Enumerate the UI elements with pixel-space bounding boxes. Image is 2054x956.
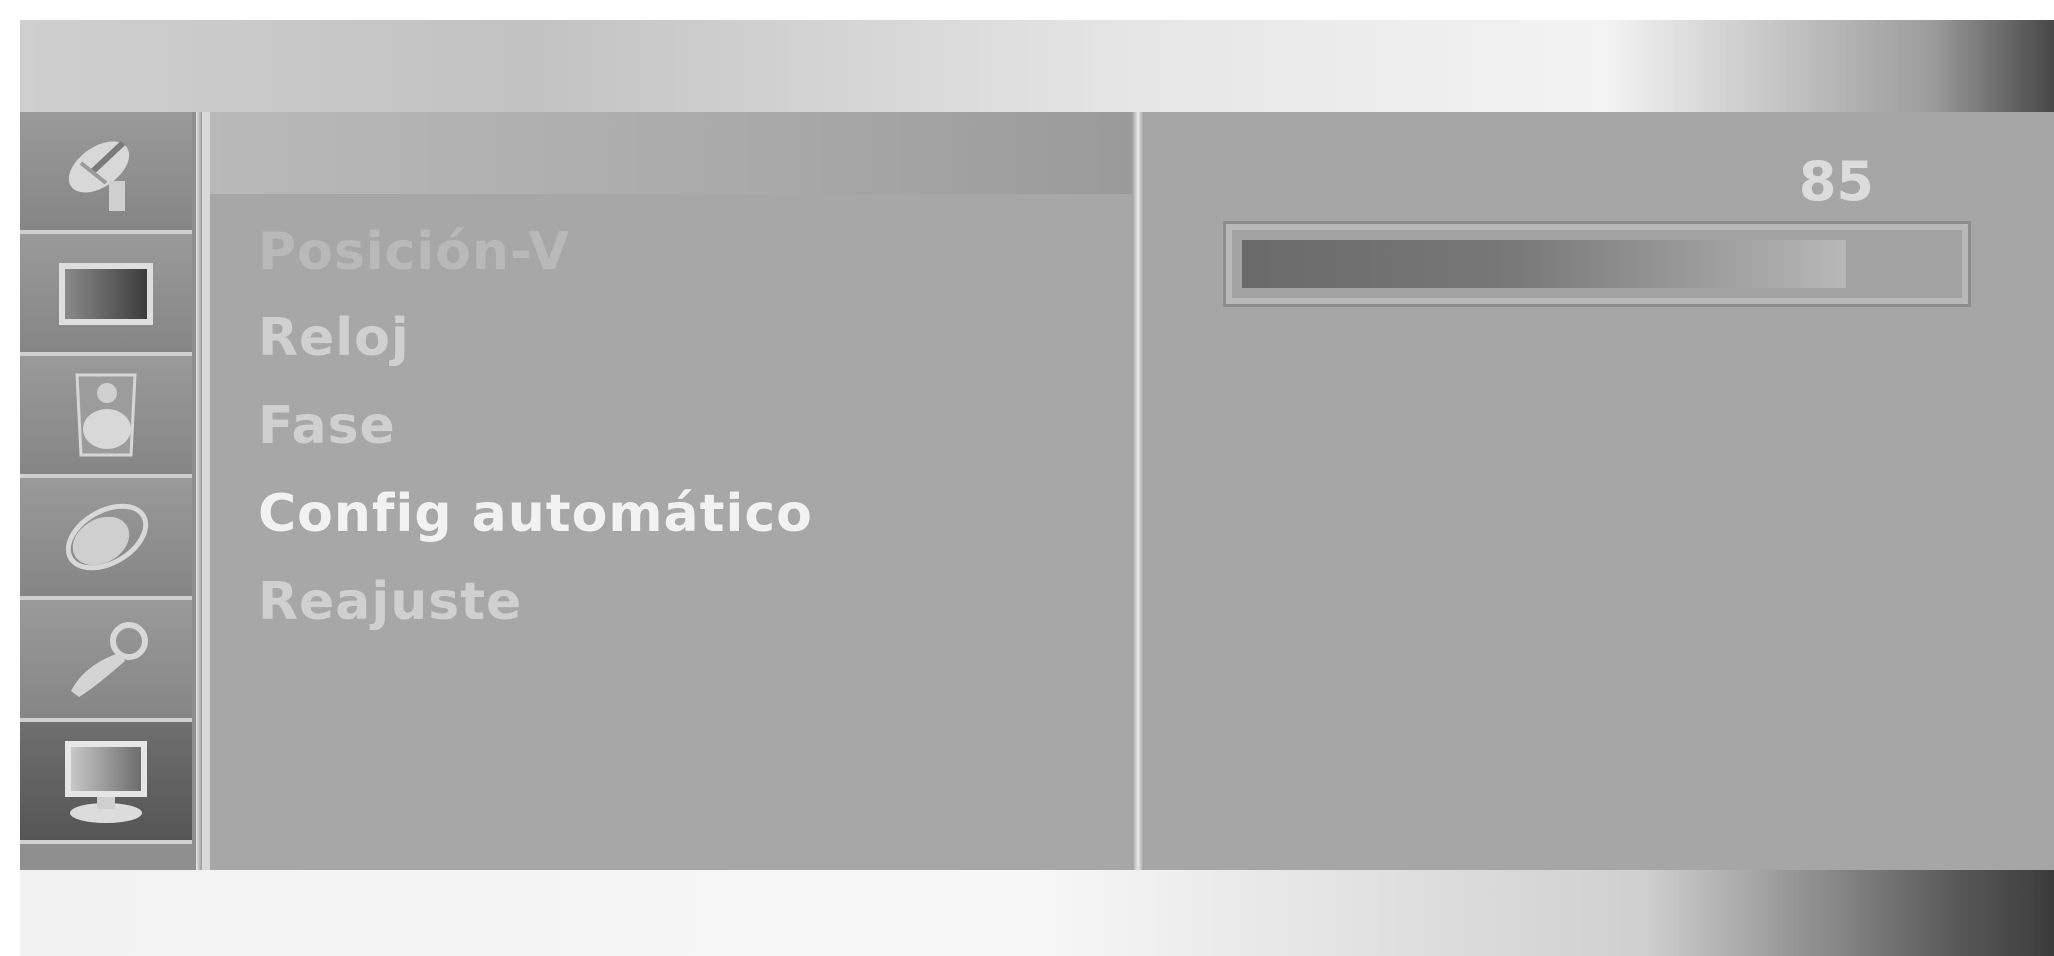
audio-speaker-icon	[75, 373, 137, 457]
menu-header-area	[210, 112, 1132, 194]
sidebar-item-time[interactable]	[20, 478, 192, 600]
sidebar-divider	[196, 112, 202, 870]
menu-item-config-automatico[interactable]: Config automático	[258, 484, 813, 544]
monitor-screen-icon	[65, 741, 147, 823]
menu-item-reajuste[interactable]: Reajuste	[258, 572, 522, 632]
value-slider[interactable]	[1223, 221, 1971, 307]
sidebar-item-channel[interactable]	[20, 112, 192, 234]
menu-item-posicion-v[interactable]: Posición-V	[258, 222, 570, 282]
top-band	[20, 20, 2054, 112]
value-readout: 85	[1798, 150, 1874, 213]
value-slider-fill	[1242, 240, 1846, 288]
tv-osd-screen: Posición-V Reloj Fase Config automático …	[20, 20, 2054, 956]
sidebar-item-picture[interactable]	[20, 234, 192, 356]
panel-divider	[1132, 112, 1144, 870]
sidebar-item-audio[interactable]	[20, 356, 192, 478]
sidebar-item-lock[interactable]	[20, 600, 192, 722]
menu-panel: Posición-V Reloj Fase Config automático …	[210, 194, 1132, 870]
key-lock-icon	[71, 622, 148, 697]
clock-dial-icon	[65, 503, 149, 571]
picture-screen-icon	[59, 263, 153, 325]
sidebar-item-screen[interactable]	[20, 722, 192, 844]
satellite-dish-icon	[68, 140, 130, 211]
menu-item-reloj[interactable]: Reloj	[258, 308, 410, 368]
sidebar	[20, 112, 200, 870]
menu-item-fase[interactable]: Fase	[258, 396, 396, 456]
value-panel: 85	[1144, 112, 2054, 870]
bottom-band	[20, 870, 2054, 956]
